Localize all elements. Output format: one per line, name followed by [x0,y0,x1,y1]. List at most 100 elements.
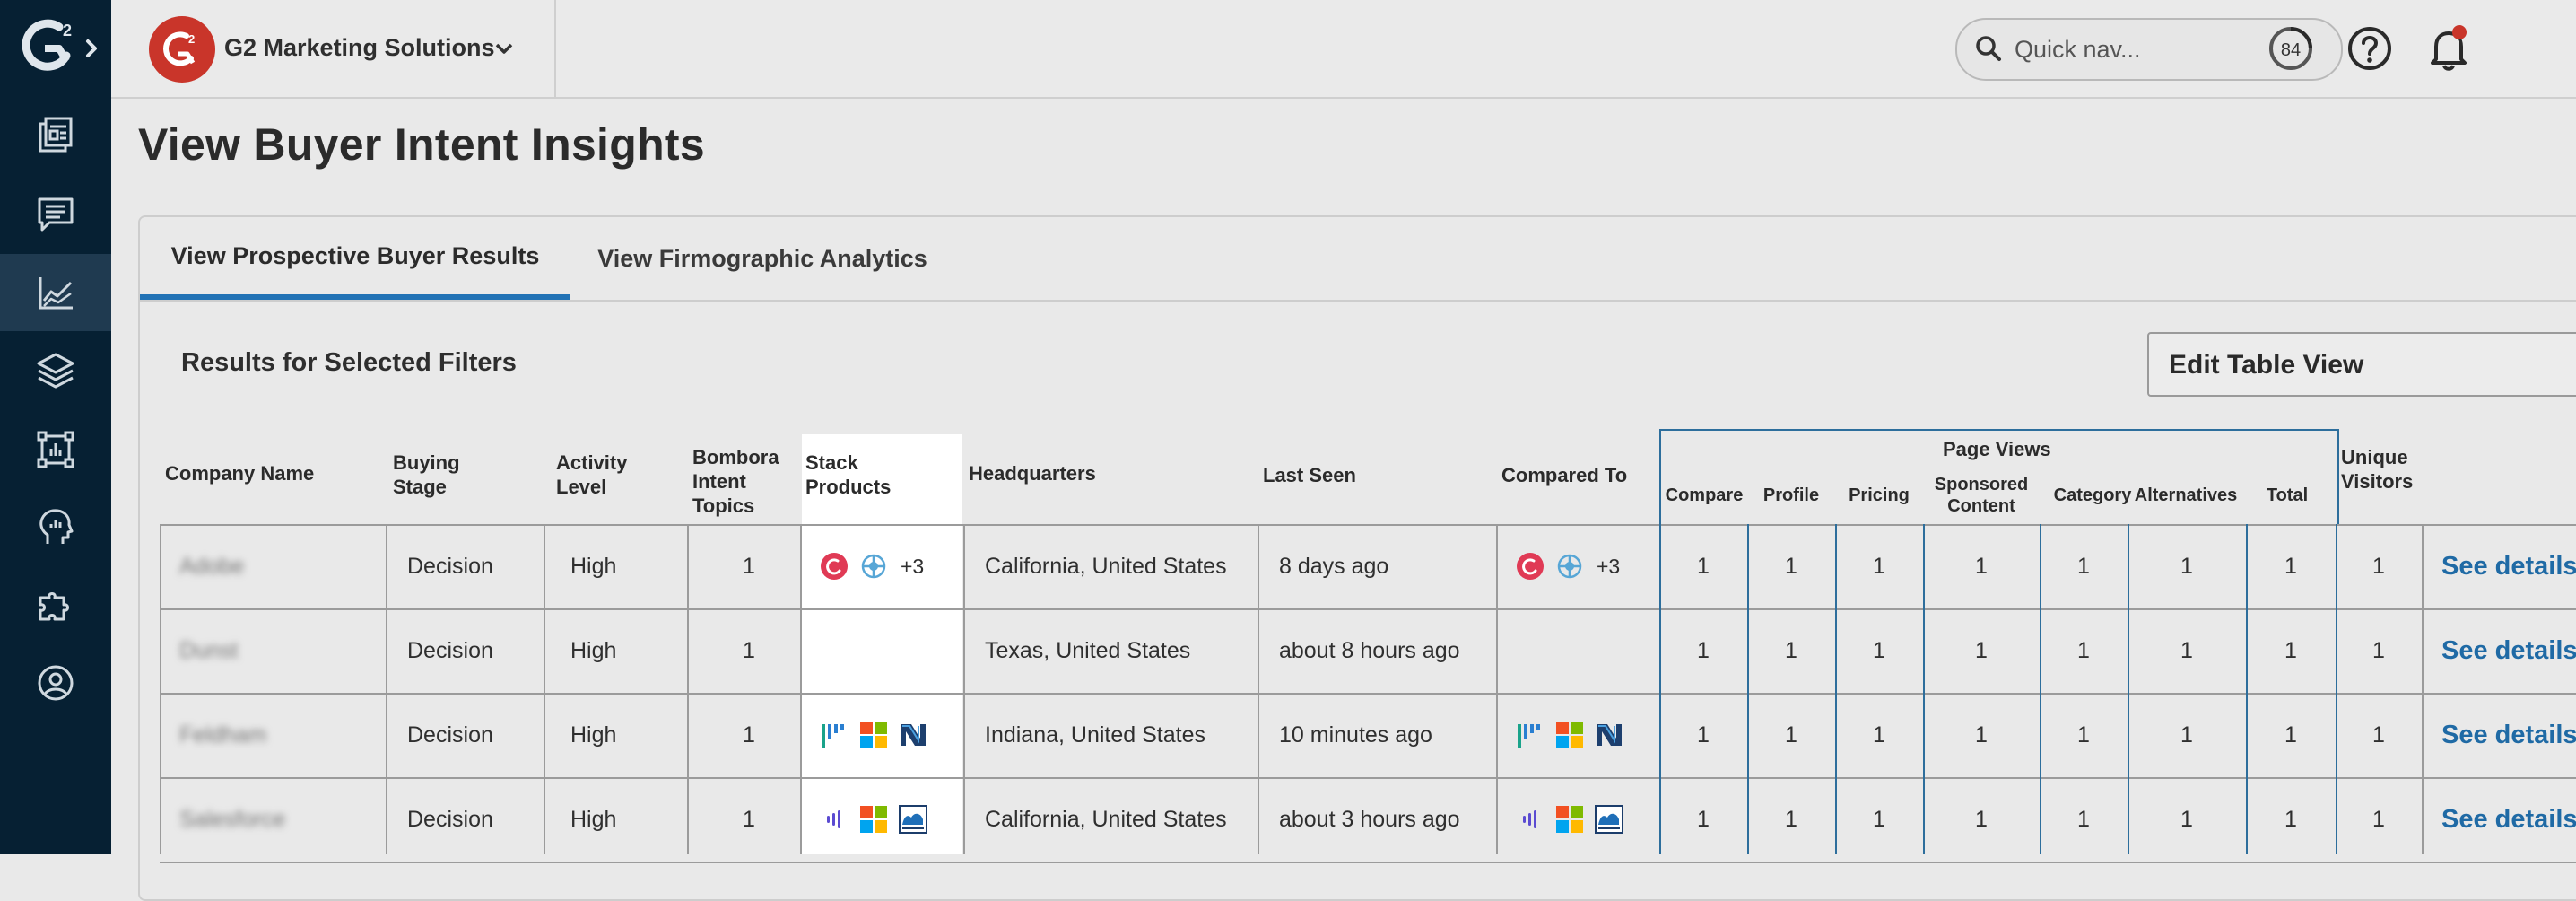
headquarters: California, United States [985,553,1227,579]
header-unique-visitors[interactable]: Unique Visitors [2341,445,2413,494]
column-divider [2336,524,2337,854]
messages-icon[interactable] [0,176,111,253]
compared-to-cell[interactable] [1516,777,1659,862]
edit-table-view-label: Edit Table View [2169,350,2364,380]
header-pv-pricing[interactable]: Pricing [1835,485,1923,506]
microsoft-logo-icon[interactable] [1555,805,1584,834]
last-seen: about 8 hours ago [1279,637,1460,663]
credits-count: 84 [2281,40,2301,60]
buying-stage: Decision [407,553,493,579]
header-buying-stage[interactable]: Buying Stage [393,450,460,499]
more-products-count[interactable]: +3 [901,555,924,579]
microsoft-logo-icon[interactable] [859,805,888,834]
stack-products-logos [820,721,927,749]
cloud-logo-icon[interactable] [1595,805,1623,834]
pv-profile-value: 1 [1785,637,1797,663]
stack-products-cell[interactable]: +3 [820,524,963,608]
column-divider [963,524,965,854]
header-headquarters[interactable]: Headquarters [969,461,1096,485]
more-products-count[interactable]: +3 [1597,555,1620,579]
stack-products-logos: +3 [820,552,924,581]
company-name[interactable]: Adobe [179,524,377,608]
pv-sponsored-content-value: 1 [1975,637,1988,663]
company-name[interactable]: Salesforce [179,777,377,862]
see-details-link[interactable]: See details [2441,805,2576,835]
n-logo-icon[interactable] [1595,721,1623,749]
cloud-logo-icon[interactable] [899,805,927,834]
help-icon[interactable] [2345,23,2395,74]
compared-to-cell[interactable] [1516,693,1659,777]
n-logo-icon[interactable] [899,721,927,749]
stack-products-cell[interactable] [820,608,963,693]
g2-brand-logo-icon: 2 [149,16,215,83]
see-details-link[interactable]: See details [2441,552,2576,582]
header-company-name[interactable]: Company Name [165,461,314,485]
header-pv-sponsored-content[interactable]: Sponsored Content [1923,474,2040,517]
column-divider [1258,524,1259,854]
see-details-cell[interactable]: See details [2441,693,2576,777]
see-details-cell[interactable]: See details [2441,524,2576,608]
activity-level: High [570,806,617,832]
reports-icon[interactable] [0,97,111,174]
company-name[interactable]: Feldham [179,693,377,777]
header-bombora-intent-topics[interactable]: Bombora Intent Topics [692,445,779,518]
pv-alternatives-value: 1 [2180,553,2193,579]
header-pv-total[interactable]: Total [2246,485,2328,506]
buying-stage: Decision [407,637,493,663]
bars-logo-icon[interactable] [820,721,849,749]
header-stack-products[interactable]: Stack Products [805,450,891,499]
credits-ring-icon[interactable]: 84 [2266,23,2316,74]
microsoft-logo-icon[interactable] [1555,721,1584,749]
bars-logo-icon[interactable] [1516,721,1545,749]
g2-red-logo-icon[interactable] [820,552,849,581]
dashboard-chart-icon[interactable] [0,411,111,488]
edit-table-view-button[interactable]: Edit Table View [2147,332,2576,397]
bombora-topics: 1 [743,553,755,579]
pv-pricing-value: 1 [1873,553,1885,579]
pv-alternatives-value: 1 [2180,637,2193,663]
wave-logo-icon[interactable] [1516,805,1545,834]
layers-icon[interactable] [0,332,111,409]
stack-products-cell[interactable] [820,777,963,862]
header-activity-level[interactable]: Activity Level [556,450,627,499]
tab-prospective-buyer-results[interactable]: View Prospective Buyer Results [140,217,570,300]
see-details-cell[interactable]: See details [2441,608,2576,693]
compass-logo-icon[interactable] [859,552,888,581]
column-divider [386,524,387,854]
unique-visitors-value: 1 [2372,553,2385,579]
stack-products-cell[interactable] [820,693,963,777]
org-switcher[interactable]: 2 G2 Marketing Solutions [111,0,556,97]
column-divider [1923,524,1925,854]
notifications-bell-icon[interactable] [2424,23,2474,74]
g2-red-logo-icon[interactable] [1516,552,1545,581]
header-pv-profile[interactable]: Profile [1747,485,1835,506]
table-top-border [160,524,2576,526]
unique-visitors-value: 1 [2372,722,2385,748]
see-details-link[interactable]: See details [2441,636,2576,666]
wave-logo-icon[interactable] [820,805,849,834]
see-details-cell[interactable]: See details [2441,777,2576,862]
tab-firmographic-analytics[interactable]: View Firmographic Analytics [574,217,951,300]
compared-to-cell[interactable] [1516,608,1659,693]
compass-logo-icon[interactable] [1555,552,1584,581]
header-last-seen[interactable]: Last Seen [1263,463,1356,487]
headquarters: Texas, United States [985,637,1191,663]
pv-compare-value: 1 [1697,722,1710,748]
company-name[interactable]: Dunst [179,608,377,693]
g2-logo-icon[interactable]: 2 [0,0,111,97]
analytics-icon[interactable] [0,254,111,331]
compared-to-cell[interactable]: +3 [1516,524,1659,608]
last-seen: 8 days ago [1279,553,1389,579]
bombora-topics: 1 [743,722,755,748]
row-divider [160,862,2576,863]
column-divider [160,524,161,854]
header-pv-alternatives[interactable]: Alternatives [2128,485,2244,506]
chevron-down-icon[interactable] [493,38,515,59]
see-details-link[interactable]: See details [2441,721,2576,750]
microsoft-logo-icon[interactable] [859,721,888,749]
headquarters: California, United States [985,806,1227,832]
pv-alternatives-value: 1 [2180,806,2193,832]
svg-text:2: 2 [63,22,72,39]
header-compared-to[interactable]: Compared To [1501,463,1627,487]
header-pv-compare[interactable]: Compare [1661,485,1747,506]
